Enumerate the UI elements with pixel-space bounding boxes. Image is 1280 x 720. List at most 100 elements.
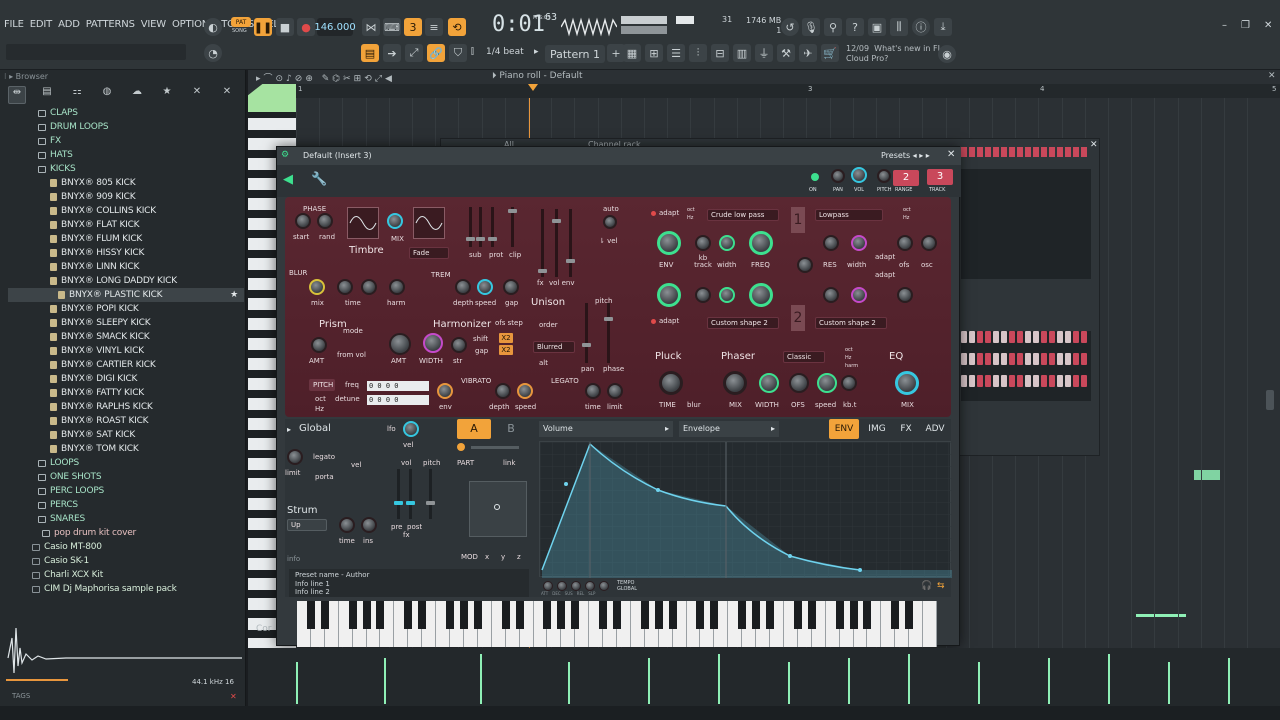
file-item[interactable]: BNYX® 909 KICK	[8, 190, 244, 204]
global-arrow-icon[interactable]: ▸	[287, 425, 291, 434]
folder-item[interactable]: PERC LOOPS	[8, 484, 244, 498]
sus-knob[interactable]	[571, 581, 581, 591]
undo-icon[interactable]: ↺	[781, 18, 799, 36]
step-button[interactable]	[969, 375, 975, 387]
step-button[interactable]	[961, 353, 967, 365]
pat-mode-button[interactable]: PAT	[231, 17, 251, 27]
snap-icon[interactable]: ⫿	[471, 47, 474, 57]
browser-plugins-icon[interactable]: ⚏	[68, 86, 86, 104]
envelope-editor[interactable]	[539, 441, 952, 578]
step-button[interactable]	[1025, 147, 1031, 157]
strum-ins-knob[interactable]	[361, 517, 377, 533]
list-item[interactable]: Charli XCX Kit	[8, 568, 244, 582]
global-label[interactable]: Global	[299, 423, 331, 434]
envelope-curve[interactable]	[540, 442, 952, 578]
phaser-speed-knob[interactable]	[817, 373, 837, 393]
filter-osc-knob[interactable]	[921, 235, 937, 251]
step-button[interactable]	[1057, 353, 1063, 365]
filter2-kb-knob[interactable]	[695, 287, 711, 303]
blur-knob-3[interactable]	[361, 279, 377, 295]
velocity-bar[interactable]	[384, 658, 386, 704]
step-button[interactable]	[1001, 147, 1007, 157]
filter2-res-knob[interactable]	[823, 287, 839, 303]
mod-xy-pad[interactable]	[469, 481, 527, 537]
filter2-ofs-knob[interactable]	[897, 287, 913, 303]
minimize-icon[interactable]: –	[1222, 20, 1227, 31]
legato-toggle-label[interactable]: legato	[313, 453, 335, 461]
step-button[interactable]	[1057, 331, 1063, 343]
browser-close-icon[interactable]: ✕	[218, 86, 236, 104]
file-item[interactable]: BNYX® COLLINS KICK	[8, 204, 244, 218]
adapt-led-1[interactable]	[651, 211, 656, 216]
favorite-star-icon[interactable]: ★	[230, 288, 238, 302]
clip-slider[interactable]	[508, 207, 517, 247]
velocity-lane[interactable]	[248, 648, 1280, 708]
download-icon[interactable]: ⤓	[934, 18, 952, 36]
black-key[interactable]	[835, 601, 844, 629]
black-key[interactable]	[515, 601, 524, 629]
piano-roll-icon[interactable]: ⊞	[645, 44, 663, 62]
step-button[interactable]	[993, 375, 999, 387]
osc-a-waveform[interactable]	[347, 207, 379, 239]
black-key[interactable]	[599, 601, 608, 629]
folder-item[interactable]: KICKS	[8, 162, 244, 176]
rel-knob[interactable]	[585, 581, 595, 591]
slp-knob[interactable]	[599, 581, 609, 591]
step-button[interactable]	[985, 353, 991, 365]
step-button[interactable]	[1065, 331, 1071, 343]
fx-tab[interactable]: FX	[893, 419, 919, 439]
part-led[interactable]	[457, 443, 465, 451]
env-tab[interactable]: ENV	[829, 419, 859, 439]
step-button[interactable]	[1001, 375, 1007, 387]
typing-keyboard-icon[interactable]: ▤	[361, 44, 379, 62]
tempo-global-labels[interactable]: TEMPO GLOBAL	[617, 580, 637, 592]
filter2-env-knob[interactable]	[657, 283, 681, 307]
white-key[interactable]	[923, 601, 937, 647]
menu-view[interactable]: VIEW	[141, 19, 166, 30]
menu-edit[interactable]: EDIT	[30, 19, 52, 30]
harmonizer-width-knob[interactable]	[423, 333, 443, 353]
filter-width2-knob[interactable]	[851, 235, 867, 251]
step-button[interactable]	[1057, 147, 1063, 157]
store-icon[interactable]: 🛒	[821, 44, 839, 62]
black-key[interactable]	[557, 601, 566, 629]
velocity-bar[interactable]	[978, 662, 980, 704]
step-button[interactable]	[1017, 147, 1023, 157]
phaser-ofs-knob[interactable]	[789, 373, 809, 393]
velocity-bar[interactable]	[1228, 658, 1230, 704]
phaser-kbt-knob[interactable]	[841, 375, 857, 391]
step-button[interactable]	[1033, 353, 1039, 365]
blend-notes-icon[interactable]: ≡	[425, 18, 443, 36]
phaser-mode-select[interactable]: Classic	[783, 351, 825, 363]
black-key[interactable]	[738, 601, 747, 629]
step-button[interactable]	[961, 147, 967, 157]
record-icon[interactable]: ●	[297, 18, 315, 36]
filter-slot-2[interactable]: 2	[791, 305, 805, 331]
pitch-env-knob[interactable]	[437, 383, 453, 399]
step-button[interactable]	[1033, 375, 1039, 387]
mixer-view-icon[interactable]: ⫶	[689, 44, 707, 62]
step-button[interactable]	[1041, 375, 1047, 387]
step-button[interactable]	[1073, 353, 1079, 365]
freq-value[interactable]: 0 0 0 0	[367, 381, 429, 391]
plugin-keyboard[interactable]	[297, 601, 937, 647]
range-badge[interactable]: 2	[893, 170, 919, 186]
tags-label[interactable]: TAGS	[12, 692, 30, 700]
swap-icon[interactable]: ⇆	[937, 581, 945, 591]
black-key[interactable]	[696, 601, 705, 629]
part-slider[interactable]	[471, 446, 519, 449]
phaser-width-knob[interactable]	[759, 373, 779, 393]
legato-limit-knob[interactable]	[607, 383, 623, 399]
file-item[interactable]: BNYX® SAT KICK	[8, 428, 244, 442]
wait-input-icon[interactable]: ⌨	[383, 18, 401, 36]
pitch-env-slider[interactable]	[426, 469, 435, 519]
file-item[interactable]: BNYX® ROAST KICK	[8, 414, 244, 428]
step-button[interactable]	[1009, 331, 1015, 343]
presets-button[interactable]: Presets ◂ ▸ ▸	[881, 151, 930, 160]
black-key[interactable]	[320, 601, 329, 629]
blur-time-knob[interactable]	[337, 279, 353, 295]
phaser-mix-knob[interactable]	[723, 371, 747, 395]
filter-env-knob[interactable]	[657, 231, 681, 255]
step-button[interactable]	[1033, 147, 1039, 157]
black-key[interactable]	[446, 601, 455, 629]
